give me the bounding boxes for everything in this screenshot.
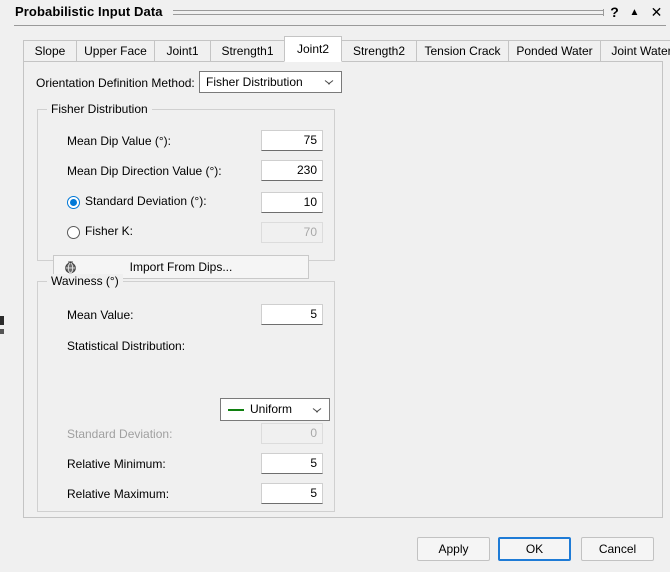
radio-selected-icon: [67, 196, 80, 209]
ok-button[interactable]: OK: [498, 537, 571, 561]
tab-strength1[interactable]: Strength1: [210, 40, 285, 62]
background-artifact-dark: [0, 316, 4, 325]
waviness-group: Waviness (°) Mean Value: 5 Statistical D…: [37, 274, 335, 512]
tab-page-joint2: Orientation Definition Method: Fisher Di…: [23, 61, 663, 518]
waviness-mean-value-input[interactable]: 5: [261, 304, 323, 325]
tab-upper-face[interactable]: Upper Face: [76, 40, 155, 62]
statistical-distribution-dropdown[interactable]: Uniform: [220, 398, 330, 421]
waviness-group-title: Waviness (°): [47, 274, 123, 288]
tab-slope[interactable]: Slope: [23, 40, 77, 62]
waviness-standard-deviation-label: Standard Deviation:: [67, 427, 173, 441]
relative-maximum-input[interactable]: 5: [261, 483, 323, 504]
tab-joint1[interactable]: Joint1: [154, 40, 211, 62]
relative-minimum-label: Relative Minimum:: [67, 457, 166, 471]
orientation-method-label: Orientation Definition Method:: [36, 76, 195, 90]
relative-maximum-label: Relative Maximum:: [67, 487, 170, 501]
mean-dip-value-input[interactable]: 75: [261, 130, 323, 151]
standard-deviation-radio-label: Standard Deviation (°):: [85, 194, 207, 208]
waviness-mean-value-label: Mean Value:: [67, 308, 134, 322]
chevron-down-icon: [313, 408, 321, 413]
probabilistic-input-data-dialog: Probabilistic Input Data ? ▲ ✕ Slope Uppe…: [9, 0, 670, 572]
fisher-distribution-group: Fisher Distribution Mean Dip Value (°): …: [37, 102, 335, 261]
mean-dip-value-label: Mean Dip Value (°):: [67, 134, 171, 148]
mean-dip-direction-input[interactable]: 230: [261, 160, 323, 181]
tab-strip: Slope Upper Face Joint1 Strength1 Joint2 Stre…: [23, 36, 670, 62]
apply-button[interactable]: Apply: [417, 537, 490, 561]
collapse-up-icon[interactable]: ▲: [626, 4, 643, 21]
help-icon[interactable]: ?: [606, 4, 623, 21]
relative-minimum-input[interactable]: 5: [261, 453, 323, 474]
chevron-down-icon: [325, 80, 333, 85]
tab-ponded-water[interactable]: Ponded Water: [508, 40, 601, 62]
orientation-method-dropdown[interactable]: Fisher Distribution: [199, 71, 342, 93]
mean-dip-direction-label: Mean Dip Direction Value (°):: [67, 164, 222, 178]
orientation-method-value: Fisher Distribution: [206, 75, 303, 89]
fisher-k-input: 70: [261, 222, 323, 243]
statistical-distribution-label: Statistical Distribution:: [67, 339, 186, 353]
close-icon[interactable]: ✕: [648, 4, 665, 21]
title-separator: [14, 25, 666, 26]
window-title: Probabilistic Input Data: [15, 4, 163, 19]
radio-unselected-icon: [67, 226, 80, 239]
waviness-standard-deviation-input: 0: [261, 423, 323, 444]
statistical-distribution-value: Uniform: [250, 402, 293, 416]
fisher-group-title: Fisher Distribution: [47, 102, 152, 116]
title-rule-bottom: [173, 14, 604, 15]
cancel-button[interactable]: Cancel: [581, 537, 654, 561]
fisher-k-radio-label: Fisher K:: [85, 224, 134, 238]
tab-joint2[interactable]: Joint2: [284, 36, 342, 62]
background-artifact-gray: [0, 329, 4, 334]
tab-strength2[interactable]: Strength2: [341, 40, 417, 62]
import-from-dips-label: Import From Dips...: [129, 260, 233, 274]
title-rule-top: [173, 10, 604, 11]
distribution-line-swatch-icon: [228, 409, 244, 411]
title-rule-cap: [603, 9, 604, 16]
title-bar: Probabilistic Input Data ? ▲ ✕: [9, 0, 670, 26]
tab-joint-water[interactable]: Joint Water: [600, 40, 670, 62]
tab-tension-crack[interactable]: Tension Crack: [416, 40, 509, 62]
standard-deviation-input[interactable]: 10: [261, 192, 323, 213]
